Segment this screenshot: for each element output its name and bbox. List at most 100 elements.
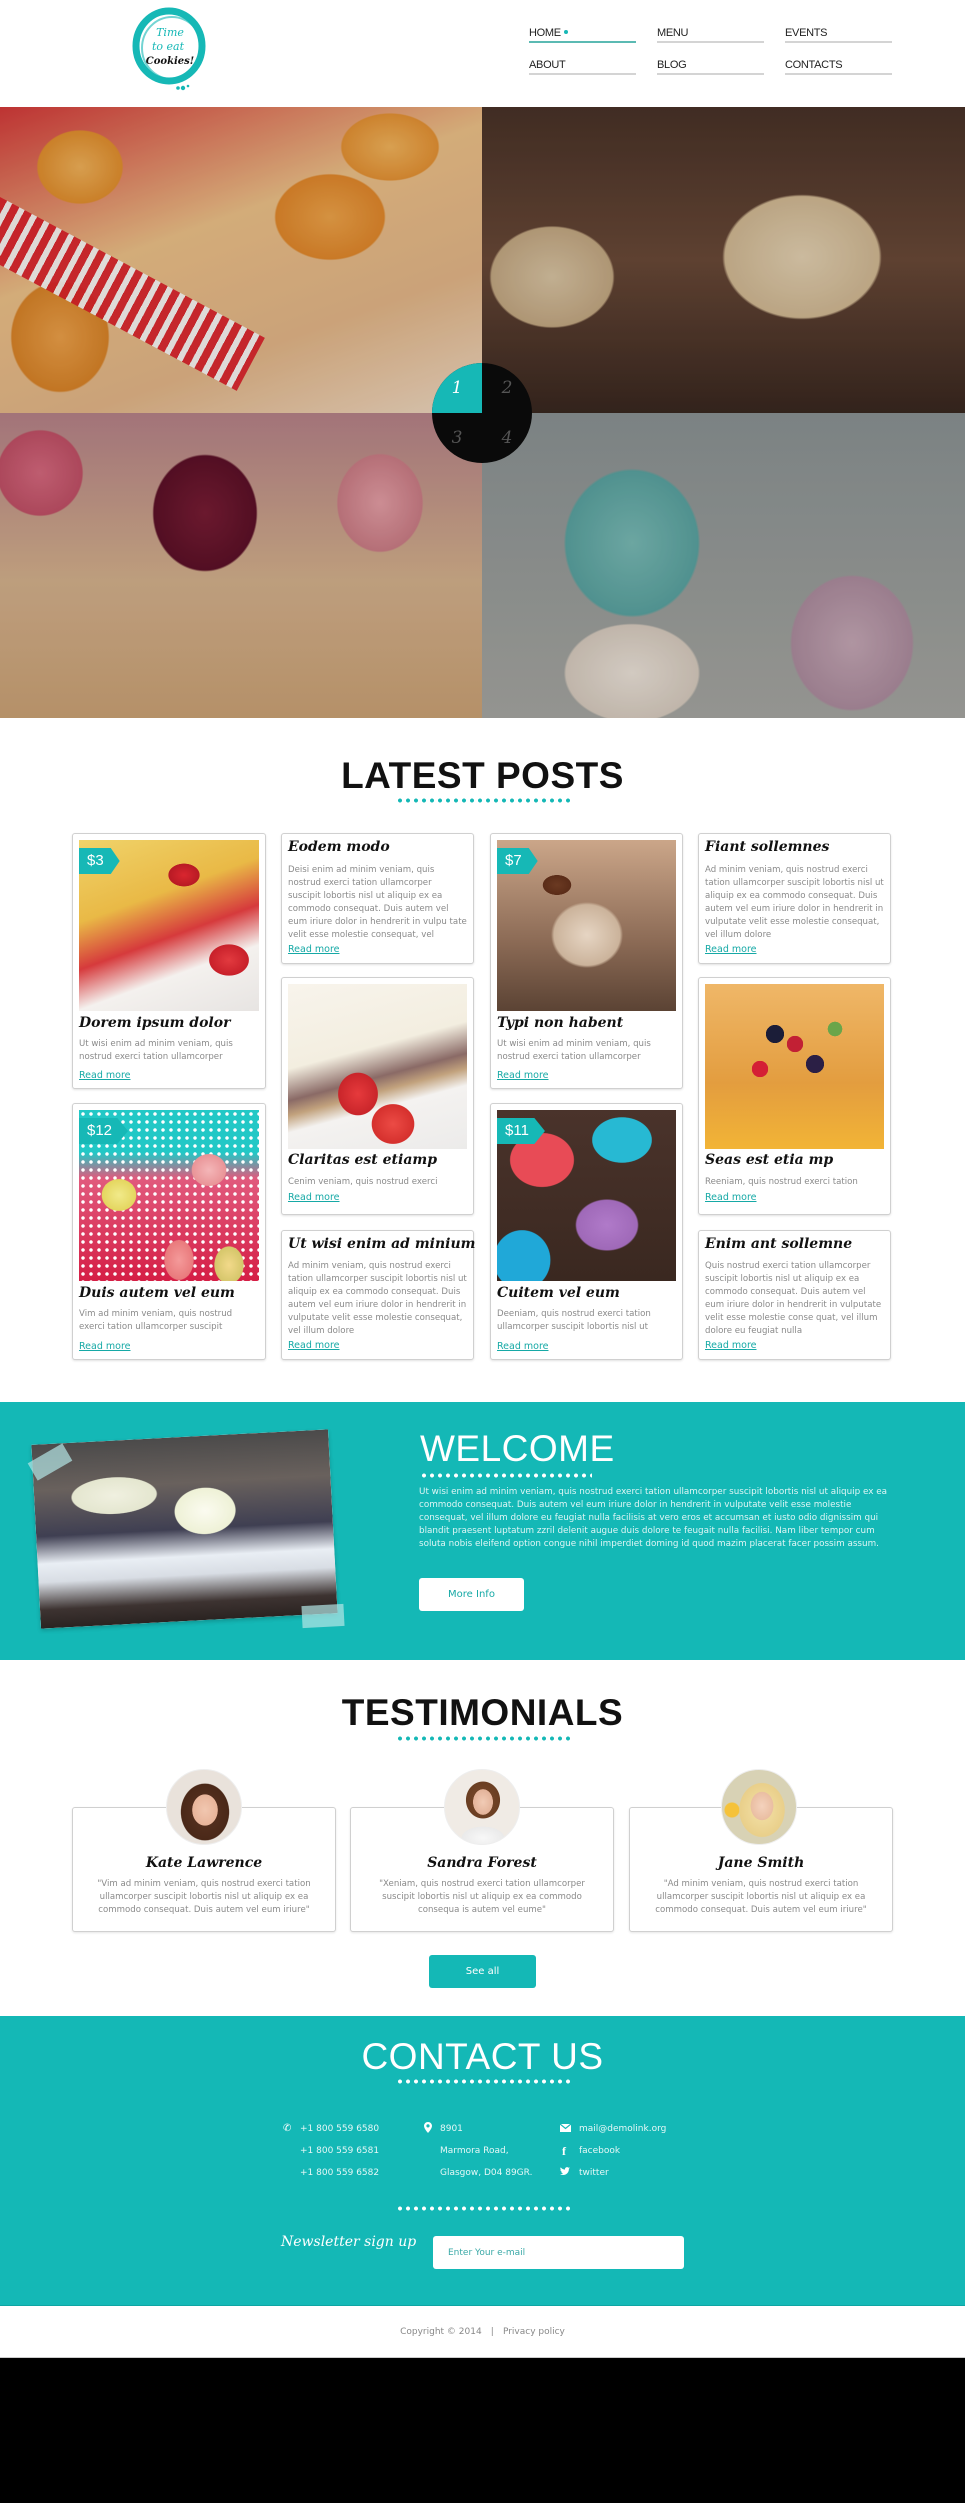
post-card: $12 Duis autem vel eum Vim ad minim veni… xyxy=(72,1103,266,1360)
post-card: Eodem modo Deisi enim ad minim veniam, q… xyxy=(281,833,474,964)
address-line-1: 8901 xyxy=(440,2124,463,2134)
post-title[interactable]: Seas est etia mp xyxy=(705,1152,833,1168)
read-more-link[interactable]: Read more xyxy=(497,1070,549,1081)
post-excerpt: Ut wisi enim ad minim veniam, quis nostr… xyxy=(497,1039,651,1062)
logo-line-2: to eat xyxy=(152,40,185,53)
logo-line-3: Cookies! xyxy=(146,56,194,67)
tape-decoration xyxy=(301,1603,345,1629)
logo-line-1: Time xyxy=(156,26,184,39)
contact-dots-divider xyxy=(396,2206,570,2211)
hero-slider: 1 2 3 4 xyxy=(0,107,965,718)
testimonial-quote: "Xeniam, quis nostrud exerci tation ulla… xyxy=(379,1879,585,1915)
testimonials-title: TESTIMONIALS xyxy=(341,1692,624,1733)
contact-section: CONTACT US ✆ +1 800 559 6580 +1 800 559 … xyxy=(0,2016,965,2305)
nav-about[interactable]: ABOUT xyxy=(529,51,636,75)
read-more-link[interactable]: Read more xyxy=(79,1341,131,1352)
active-dot-icon xyxy=(563,30,568,34)
read-more-link[interactable]: Read more xyxy=(705,1340,757,1351)
welcome-dots-divider xyxy=(420,1473,592,1478)
post-excerpt: Vim ad minim veniam, quis nostrud exerci… xyxy=(79,1309,233,1332)
more-info-button[interactable]: More Info xyxy=(419,1578,524,1611)
slide-pager: 1 2 3 4 xyxy=(432,363,532,463)
post-image[interactable] xyxy=(288,984,467,1149)
facebook-icon: f xyxy=(562,2144,566,2158)
slide-3-button[interactable]: 3 xyxy=(432,413,482,463)
copyright-text: Copyright © 2014 xyxy=(400,2327,482,2337)
contact-dots-divider xyxy=(396,2079,570,2084)
read-more-link[interactable]: Read more xyxy=(288,944,340,955)
welcome-section: WELCOME Ut wisi enim ad minim veniam, qu… xyxy=(0,1402,965,1660)
post-title[interactable]: Eodem modo xyxy=(288,839,390,855)
envelope-icon xyxy=(559,2123,572,2135)
nav-menu[interactable]: MENU xyxy=(657,19,764,43)
read-more-link[interactable]: Read more xyxy=(288,1192,340,1203)
newsletter-label: Newsletter sign up xyxy=(281,2234,417,2250)
post-title[interactable]: Claritas est etiamp xyxy=(288,1152,437,1168)
logo-ring-icon: Time to eat Cookies! xyxy=(132,7,206,91)
footer-separator: | xyxy=(490,2327,494,2337)
post-card: $3 Dorem ipsum dolor Ut wisi enim ad min… xyxy=(72,833,266,1089)
phone-2[interactable]: +1 800 559 6581 xyxy=(300,2146,379,2156)
post-excerpt: Ad minim veniam, quis nostrud exerci tat… xyxy=(288,1261,467,1336)
testimonial-name: Kate Lawrence xyxy=(145,1855,263,1871)
post-card: $11 Cuitem vel eum Deeniam, quis nostrud… xyxy=(490,1103,683,1360)
read-more-link[interactable]: Read more xyxy=(497,1341,549,1352)
post-title[interactable]: Duis autem vel eum xyxy=(79,1285,235,1301)
phone-icon: ✆ xyxy=(283,2123,292,2134)
see-all-button[interactable]: See all xyxy=(429,1955,536,1988)
avatar xyxy=(721,1769,797,1845)
post-title[interactable]: Typi non habent xyxy=(497,1015,623,1031)
read-more-link[interactable]: Read more xyxy=(705,944,757,955)
post-title[interactable]: Fiant sollemnes xyxy=(705,839,829,855)
price-tag: $12 xyxy=(79,1118,129,1144)
welcome-title: WELCOME xyxy=(420,1428,615,1469)
welcome-text: Ut wisi enim ad minim veniam, quis nostr… xyxy=(419,1487,888,1549)
page: Time to eat Cookies! HOME MENU EVENTS AB… xyxy=(0,0,965,2358)
avatar xyxy=(444,1769,520,1845)
nav-menu-label: MENU xyxy=(657,27,689,39)
post-excerpt: Quis nostrud exerci tation ullamcorper s… xyxy=(705,1261,882,1336)
nav-contacts[interactable]: CONTACTS xyxy=(785,51,892,75)
nav-events[interactable]: EVENTS xyxy=(785,19,892,43)
address-line-3: Glasgow, D04 89GR. xyxy=(440,2168,533,2178)
latest-posts-title: LATEST POSTS xyxy=(341,755,624,796)
title-dots-divider xyxy=(396,1736,570,1741)
avatar xyxy=(166,1769,242,1845)
post-excerpt: Ut wisi enim ad minim veniam, quis nostr… xyxy=(79,1039,233,1062)
post-title[interactable]: Dorem ipsum dolor xyxy=(79,1015,230,1031)
post-image[interactable]: $11 xyxy=(497,1110,676,1281)
email-link[interactable]: mail@demolink.org xyxy=(579,2124,666,2134)
nav-blog[interactable]: BLOG xyxy=(657,51,764,75)
phone-3[interactable]: +1 800 559 6582 xyxy=(300,2168,379,2178)
privacy-policy-link[interactable]: Privacy policy xyxy=(503,2327,565,2337)
post-image[interactable] xyxy=(705,984,884,1149)
newsletter-email-input[interactable] xyxy=(433,2236,684,2269)
slide-1-button[interactable]: 1 xyxy=(432,363,482,413)
footer: Copyright © 2014 | Privacy policy xyxy=(0,2305,965,2358)
slide-2-button[interactable]: 2 xyxy=(482,363,532,413)
read-more-link[interactable]: Read more xyxy=(288,1340,340,1351)
post-image[interactable]: $12 xyxy=(79,1110,259,1281)
read-more-link[interactable]: Read more xyxy=(79,1070,131,1081)
post-image[interactable]: $7 xyxy=(497,840,676,1011)
post-title[interactable]: Enim ant sollemne xyxy=(705,1236,852,1252)
nav-events-label: EVENTS xyxy=(785,27,828,39)
facebook-link[interactable]: facebook xyxy=(579,2146,620,2156)
address-line-2: Marmora Road, xyxy=(440,2146,509,2156)
post-excerpt: Ad minim veniam, quis nostrud exerci tat… xyxy=(705,865,884,940)
site-logo[interactable]: Time to eat Cookies! xyxy=(128,6,214,92)
restaurant-table-image xyxy=(31,1429,338,1629)
testimonial-quote: "Vim ad minim veniam, quis nostrud exerc… xyxy=(97,1879,311,1915)
post-title[interactable]: Cuitem vel eum xyxy=(497,1285,620,1301)
title-dots-divider xyxy=(396,798,570,803)
nav-about-label: ABOUT xyxy=(529,59,566,71)
nav-home-label: HOME xyxy=(529,27,561,39)
twitter-link[interactable]: twitter xyxy=(579,2168,609,2178)
post-image[interactable]: $3 xyxy=(79,840,259,1011)
phone-1[interactable]: +1 800 559 6580 xyxy=(300,2124,379,2134)
slide-4-button[interactable]: 4 xyxy=(482,413,532,463)
nav-home[interactable]: HOME xyxy=(529,19,636,43)
post-title[interactable]: Ut wisi enim ad minium xyxy=(288,1236,475,1252)
read-more-link[interactable]: Read more xyxy=(705,1192,757,1203)
post-excerpt: Cenim veniam, quis nostrud exerci xyxy=(288,1177,438,1187)
